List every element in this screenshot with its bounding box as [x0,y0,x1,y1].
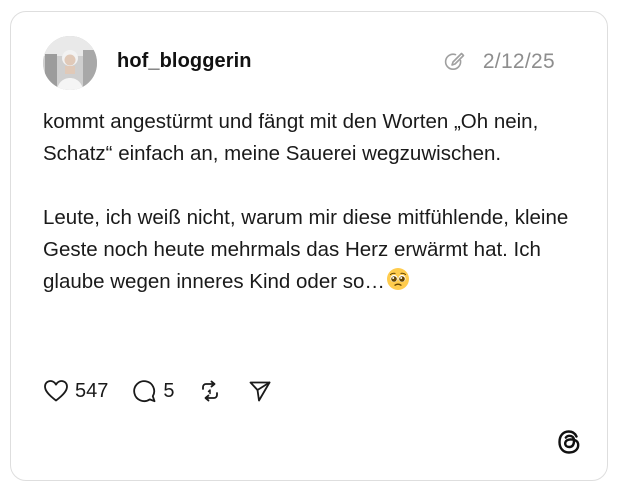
repost-icon [197,378,223,404]
pleading-face-emoji [386,267,410,301]
post-paragraph-2-text: Leute, ich weiß nicht, warum mir diese m… [43,206,569,293]
repost-button[interactable] [197,378,223,404]
post-date: 2/12/25 [482,50,555,73]
avatar[interactable] [43,36,97,90]
reply-button[interactable]: 5 [130,377,175,405]
send-icon [247,378,273,404]
username[interactable]: hof_bloggerin [117,50,252,73]
heart-icon [42,377,70,405]
post-body: kommt angestürmt und fängt mit den Worte… [43,106,583,301]
reply-count: 5 [163,379,175,402]
post-paragraph-1: kommt angestürmt und fängt mit den Worte… [43,110,539,165]
share-button[interactable] [247,378,273,404]
comment-icon [130,377,158,405]
edited-icon [443,51,465,73]
post-meta: 2/12/25 [443,50,555,74]
like-count: 547 [75,379,109,402]
threads-post-card: hof_bloggerin 2/12/25 kommt angestürmt u… [10,11,608,481]
action-bar: 547 5 [42,376,273,406]
like-button[interactable]: 547 [42,377,108,405]
threads-logo-icon [555,428,583,456]
post-paragraph-2: Leute, ich weiß nicht, warum mir diese m… [43,202,583,301]
